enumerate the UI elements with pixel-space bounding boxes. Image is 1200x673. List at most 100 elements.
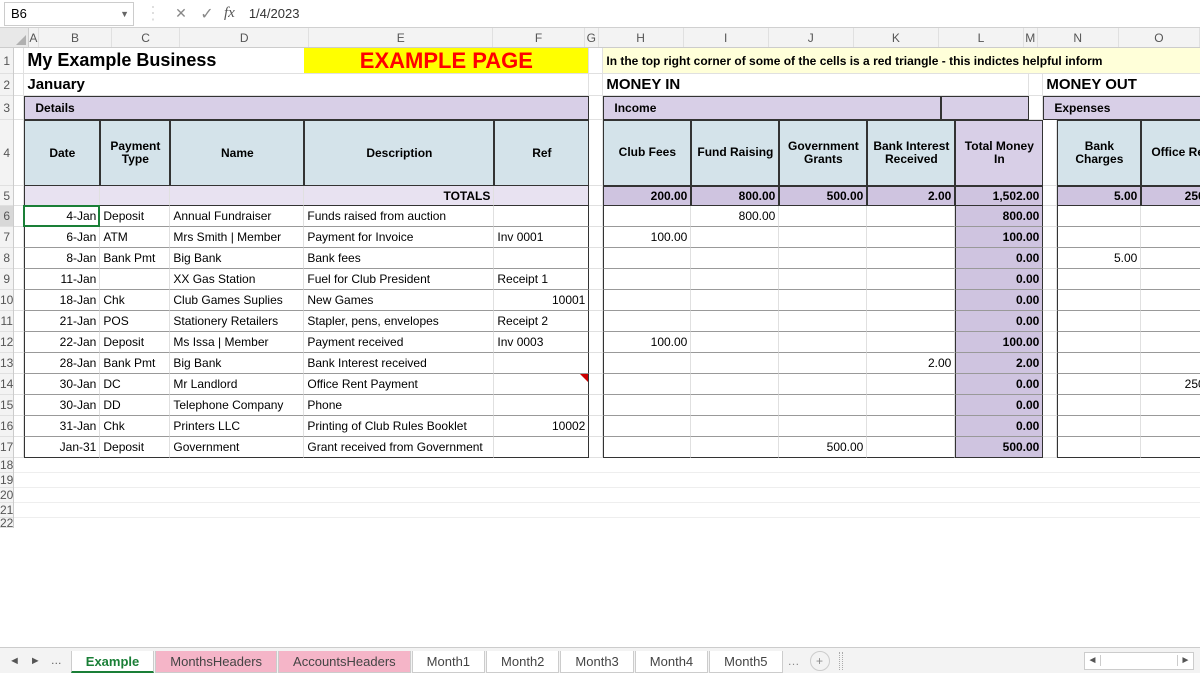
cell[interactable]	[14, 269, 24, 290]
example-page-banner[interactable]: EXAMPLE PAGE	[304, 48, 589, 74]
cell-fund-raising[interactable]	[691, 227, 779, 248]
cell-ref[interactable]: 10002	[494, 416, 589, 437]
cell-club-fees[interactable]	[603, 248, 691, 269]
cell-description[interactable]: Payment received	[304, 332, 494, 353]
cell-date[interactable]: 22-Jan	[24, 332, 100, 353]
cell-name[interactable]: XX Gas Station	[170, 269, 304, 290]
cell[interactable]	[1043, 353, 1057, 374]
tab-month1[interactable]: Month1	[412, 651, 485, 673]
cell-ref[interactable]	[494, 395, 589, 416]
cell-bank-interest[interactable]	[867, 311, 955, 332]
cell[interactable]	[14, 488, 1200, 503]
hdr-fund-raising[interactable]: Fund Raising	[691, 120, 779, 186]
cell[interactable]	[589, 227, 603, 248]
hdr-total-money-in[interactable]: Total Money In	[955, 120, 1043, 186]
cell-bank-charges[interactable]	[1057, 437, 1141, 458]
cell[interactable]	[1043, 290, 1057, 311]
cell-gov-grants[interactable]	[779, 374, 867, 395]
cell[interactable]	[14, 186, 24, 206]
col-header-L[interactable]: L	[939, 28, 1024, 47]
cell-bank-interest[interactable]	[867, 416, 955, 437]
hdr-gov-grants[interactable]: Government Grants	[779, 120, 867, 186]
cell[interactable]	[14, 248, 24, 269]
total-club-fees[interactable]: 200.00	[603, 186, 691, 206]
tab-monthsheaders[interactable]: MonthsHeaders	[155, 651, 277, 673]
cell-fund-raising[interactable]	[691, 248, 779, 269]
row-header-16[interactable]: 16	[0, 416, 13, 437]
cell-ref[interactable]	[494, 206, 589, 227]
cell-payment-type[interactable]: ATM	[100, 227, 170, 248]
cell-ref[interactable]: Inv 0001	[494, 227, 589, 248]
cell[interactable]	[589, 332, 603, 353]
cell[interactable]	[14, 290, 24, 311]
cell-bank-charges[interactable]	[1057, 374, 1141, 395]
cell-ref[interactable]: Inv 0003	[494, 332, 589, 353]
cell[interactable]	[14, 311, 24, 332]
chevron-down-icon[interactable]: ▼	[120, 9, 129, 19]
cell-name[interactable]: Mrs Smith | Member	[170, 227, 304, 248]
col-header-C[interactable]: C	[112, 28, 180, 47]
cell-fund-raising[interactable]: 800.00	[691, 206, 779, 227]
cell-total-money-in[interactable]: 500.00	[955, 437, 1043, 458]
hdr-bank-charges[interactable]: Bank Charges	[1057, 120, 1141, 186]
cell-fund-raising[interactable]	[691, 332, 779, 353]
col-header-J[interactable]: J	[769, 28, 854, 47]
cell-office-rent[interactable]	[1141, 332, 1200, 353]
cell-club-fees[interactable]	[603, 353, 691, 374]
row-header-1[interactable]: 1	[0, 48, 13, 74]
tab-nav-more[interactable]: …	[46, 655, 67, 667]
cell[interactable]	[14, 74, 24, 96]
cell-payment-type[interactable]: Deposit	[100, 206, 170, 227]
cell-fund-raising[interactable]	[691, 311, 779, 332]
total-office-rent[interactable]: 250.00	[1141, 186, 1200, 206]
cell-bank-interest[interactable]	[867, 290, 955, 311]
cell-date[interactable]: 11-Jan	[24, 269, 100, 290]
cell[interactable]	[494, 186, 589, 206]
hdr-club-fees[interactable]: Club Fees	[603, 120, 691, 186]
cell-name[interactable]: Club Games Suplies	[170, 290, 304, 311]
tab-month5[interactable]: Month5	[709, 651, 782, 673]
cell-payment-type[interactable]: Chk	[100, 290, 170, 311]
cell-payment-type[interactable]: Bank Pmt	[100, 248, 170, 269]
cell-date[interactable]: 28-Jan	[24, 353, 100, 374]
col-header-G[interactable]: G	[585, 28, 599, 47]
cell-description[interactable]: Stapler, pens, envelopes	[304, 311, 494, 332]
cell-fund-raising[interactable]	[691, 290, 779, 311]
col-header-K[interactable]: K	[854, 28, 939, 47]
cell[interactable]	[589, 311, 603, 332]
row-header-14[interactable]: 14	[0, 374, 13, 395]
details-header[interactable]: Details	[24, 96, 589, 120]
row-header-2[interactable]: 2	[0, 74, 13, 96]
totals-label[interactable]: TOTALS	[304, 186, 494, 206]
cell[interactable]	[589, 206, 603, 227]
cell-description[interactable]: Payment for Invoice	[304, 227, 494, 248]
cell[interactable]	[589, 395, 603, 416]
cell-bank-charges[interactable]	[1057, 353, 1141, 374]
cell-date[interactable]: 30-Jan	[24, 395, 100, 416]
cell-bank-charges[interactable]	[1057, 395, 1141, 416]
cell[interactable]	[1043, 416, 1057, 437]
cell-ref[interactable]	[494, 248, 589, 269]
cell-club-fees[interactable]: 100.00	[603, 227, 691, 248]
cell-fund-raising[interactable]	[691, 437, 779, 458]
cell-total-money-in[interactable]: 0.00	[955, 248, 1043, 269]
cell-date[interactable]: 4-Jan	[24, 206, 100, 227]
row-header-11[interactable]: 11	[0, 311, 13, 332]
cell-total-money-in[interactable]: 0.00	[955, 374, 1043, 395]
cell[interactable]	[14, 206, 24, 227]
cell-bank-interest[interactable]	[867, 269, 955, 290]
cell[interactable]	[941, 96, 1029, 120]
cell[interactable]	[1043, 374, 1057, 395]
cell[interactable]	[14, 374, 24, 395]
cell-bank-interest[interactable]	[867, 374, 955, 395]
cell[interactable]	[1043, 269, 1057, 290]
cell-office-rent[interactable]	[1141, 311, 1200, 332]
cell-office-rent[interactable]	[1141, 227, 1200, 248]
cell-name[interactable]: Annual Fundraiser	[170, 206, 304, 227]
cell-description[interactable]: Bank fees	[304, 248, 494, 269]
row-header-19[interactable]: 19	[0, 473, 13, 488]
col-header-I[interactable]: I	[684, 28, 769, 47]
cell-bank-charges[interactable]	[1057, 227, 1141, 248]
fx-icon[interactable]: fx	[224, 5, 235, 22]
cell[interactable]	[14, 332, 24, 353]
